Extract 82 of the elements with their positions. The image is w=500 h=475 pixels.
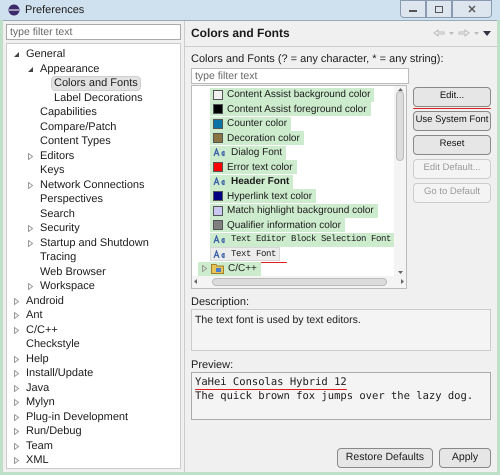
back-icon[interactable] <box>433 29 445 37</box>
footer-button[interactable]: Restore Defaults <box>336 448 433 468</box>
tree-item[interactable]: Plug-in Development <box>23 410 132 425</box>
window-controls[interactable] <box>400 0 492 18</box>
tree-item[interactable]: Colors and Fonts <box>51 76 141 92</box>
tree-item[interactable]: Content Types <box>37 134 114 150</box>
footer-button[interactable]: Apply <box>439 448 491 468</box>
collapsed-triangle-icon[interactable] <box>27 182 34 189</box>
dropdown-icon[interactable] <box>474 32 479 34</box>
tree-item[interactable]: Security <box>37 221 83 236</box>
description-label: Description: <box>191 294 250 308</box>
list-item[interactable]: Text Editor Block Selection Font <box>210 232 394 247</box>
tree-item[interactable]: Mylyn <box>23 395 58 410</box>
font-icon <box>213 250 227 259</box>
list-item[interactable]: Qualifier information color <box>210 218 345 232</box>
list-item[interactable]: Hyperlink text color <box>210 189 316 204</box>
side-button[interactable]: Reset <box>413 134 491 154</box>
list-item[interactable]: Content Assist foreground color <box>210 102 371 116</box>
tree-item[interactable]: Network Connections <box>37 178 148 193</box>
scroll-right-icon[interactable] <box>401 279 404 284</box>
tree-item[interactable]: Run/Debug <box>23 424 85 440</box>
tree-item[interactable]: Search <box>37 206 78 222</box>
scroll-thumb[interactable] <box>212 278 386 286</box>
tree-item[interactable]: General <box>23 47 68 62</box>
side-button[interactable]: Edit... <box>413 86 491 106</box>
filter-field[interactable]: type filter text <box>191 68 409 84</box>
scroll-thumb[interactable] <box>396 90 404 160</box>
font-icon <box>213 148 227 158</box>
tree-item[interactable]: Compare/Patch <box>37 120 120 135</box>
filter-label: Colors and Fonts (? = any character, * = any string): <box>191 52 445 66</box>
tree-item[interactable]: Tracing <box>37 250 80 266</box>
list-item[interactable]: Header Font <box>210 174 294 189</box>
preview-text: The quick brown fox jumps over the lazy dog. <box>195 390 474 403</box>
list-item[interactable]: Content Assist background color <box>210 88 374 102</box>
list-item[interactable]: Match highlight background color <box>210 204 378 218</box>
horizontal-scrollbar[interactable] <box>192 276 406 288</box>
vertical-scrollbar[interactable] <box>394 86 406 276</box>
list-item[interactable]: C/C++ <box>198 262 261 276</box>
font-icon <box>213 177 227 186</box>
tree-item[interactable]: Web Browser <box>37 264 109 280</box>
font-icon <box>213 235 227 244</box>
tree-item[interactable]: XML <box>23 453 52 468</box>
tree-item[interactable]: Appearance <box>37 62 102 77</box>
tree-item[interactable]: C/C++ <box>23 322 61 338</box>
collapsed-triangle-icon[interactable] <box>27 152 34 160</box>
close-icon <box>468 5 476 13</box>
tree-item[interactable]: Ant <box>23 308 46 324</box>
tree-item[interactable]: Java <box>23 380 52 396</box>
tree-item[interactable]: Editors <box>37 148 78 164</box>
scroll-down-icon[interactable] <box>398 271 402 274</box>
page-title: Colors and Fonts <box>191 25 290 42</box>
maximize-button[interactable] <box>426 0 452 18</box>
close-button[interactable] <box>452 0 492 18</box>
tree-item[interactable]: Android <box>23 294 67 309</box>
menu-icon[interactable] <box>483 30 491 36</box>
tree-item[interactable]: Startup and Shutdown <box>37 236 152 251</box>
window-title: Preferences <box>25 2 84 18</box>
minimize-button[interactable] <box>400 0 426 18</box>
side-button[interactable]: Use System Font <box>413 110 491 130</box>
tree-item[interactable]: Keys <box>37 163 68 178</box>
list-item[interactable]: Counter color <box>210 116 292 131</box>
list-item[interactable]: Decoration color <box>210 131 304 146</box>
tree-item[interactable]: Workspace <box>37 279 98 294</box>
forward-icon[interactable] <box>458 29 470 37</box>
preview-text: YaHei Consolas Hybrid 12 <box>195 376 347 388</box>
tree-item[interactable]: Perspectives <box>37 192 106 208</box>
description-box: The text font is used by text editors. <box>191 308 491 350</box>
tree-item[interactable]: Label Decorations <box>51 90 146 106</box>
tree-item[interactable]: Help <box>23 352 52 367</box>
folder-icon <box>211 263 224 274</box>
collapsed-triangle-icon[interactable] <box>201 265 208 272</box>
list-item[interactable]: Dialog Font <box>210 146 286 160</box>
preview-label: Preview: <box>191 358 234 372</box>
filter-field[interactable]: type filter text <box>6 24 181 40</box>
app-icon <box>8 4 20 16</box>
tree-item[interactable]: Checkstyle <box>23 337 83 352</box>
tree-item[interactable]: Install/Update <box>23 366 96 382</box>
list-item[interactable]: Error text color <box>210 160 297 174</box>
tree-item[interactable]: Capabilities <box>37 105 100 120</box>
scroll-left-icon[interactable] <box>194 279 197 284</box>
dropdown-icon[interactable] <box>449 32 454 34</box>
tree-item[interactable]: Team <box>23 438 56 454</box>
